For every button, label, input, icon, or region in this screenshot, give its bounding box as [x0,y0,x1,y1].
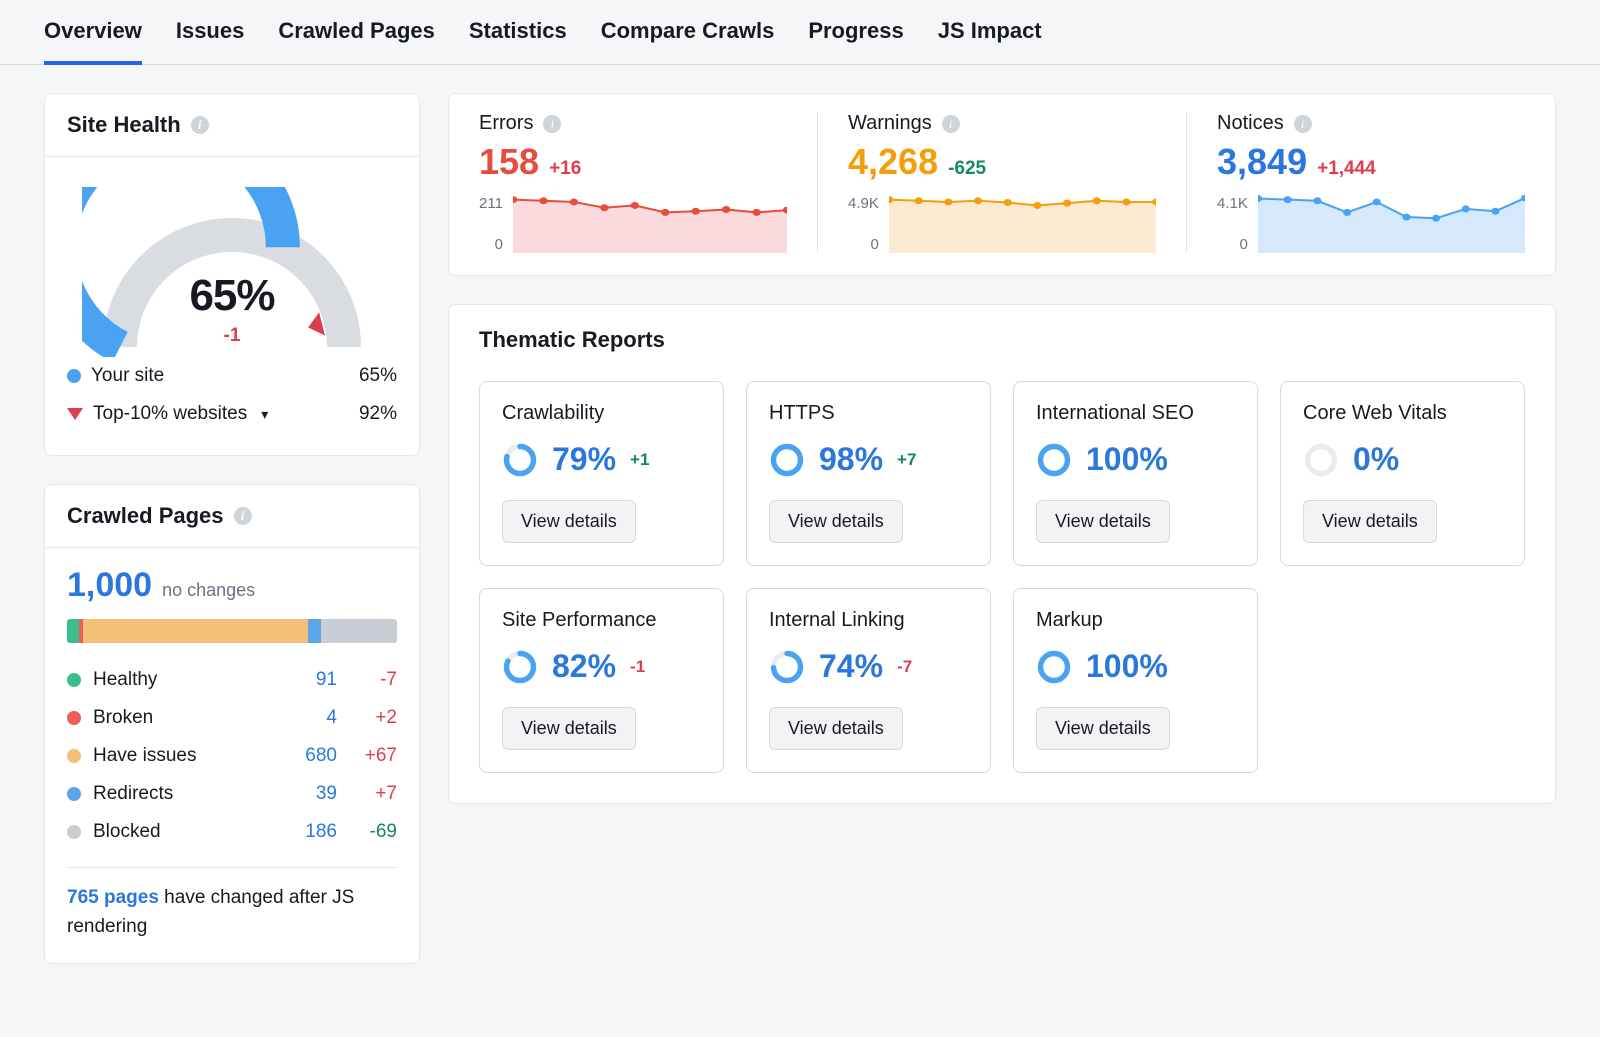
thematic-title: Thematic Reports [449,305,1555,359]
crawled-row-broken[interactable]: Broken 4 +2 [67,699,397,737]
site-health-delta: -1 [67,325,397,347]
dot-icon [67,825,81,839]
info-icon[interactable] [1294,115,1312,133]
notices-sparkline [1258,195,1525,253]
tab-overview[interactable]: Overview [44,0,142,64]
warnings-count: 4,268 [848,141,938,183]
notices-summary[interactable]: Notices 3,849 +1,444 4.1K 0 [1187,112,1555,253]
tab-progress[interactable]: Progress [808,0,903,64]
issues-summary-card: Errors 158 +16 211 0 Warnings 4,268 -625 [448,93,1556,276]
donut-icon [769,649,805,685]
tab-compare-crawls[interactable]: Compare Crawls [601,0,775,64]
chevron-down-icon: ▾ [261,406,268,423]
thematic-card-international_seo: International SEO 100% View details [1013,381,1258,566]
thematic-card-crawlability: Crawlability 79% +1 View details [479,381,724,566]
crawled-row-healthy[interactable]: Healthy 91 -7 [67,661,397,699]
info-icon[interactable] [543,115,561,133]
crawled-pages-total[interactable]: 1,000 [67,566,152,605]
donut-icon [1036,442,1072,478]
view-details-button[interactable]: View details [1303,500,1437,543]
dot-icon [67,369,81,383]
crawled-pages-title: Crawled Pages [67,503,224,529]
info-icon[interactable] [234,507,252,525]
bar-segment-blocked[interactable] [321,619,397,643]
donut-icon [1036,649,1072,685]
crawled-row-blocked[interactable]: Blocked 186 -69 [67,813,397,851]
crawled-row-have_issues[interactable]: Have issues 680 +67 [67,737,397,775]
notices-delta: +1,444 [1317,158,1376,180]
dot-icon [67,787,81,801]
thematic-reports-card: Thematic Reports Crawlability 79% +1 Vie… [448,304,1556,804]
donut-icon [502,442,538,478]
thematic-pct: 100% [1086,648,1168,685]
site-health-title: Site Health [67,112,181,138]
view-details-button[interactable]: View details [769,500,903,543]
thematic-card-markup: Markup 100% View details [1013,588,1258,773]
thematic-card-internal_linking: Internal Linking 74% -7 View details [746,588,991,773]
notices-count: 3,849 [1217,141,1307,183]
warnings-summary[interactable]: Warnings 4,268 -625 4.9K 0 [818,112,1187,253]
thematic-pct: 82% [552,648,616,685]
dot-icon [67,711,81,725]
tab-issues[interactable]: Issues [176,0,245,64]
warnings-delta: -625 [948,158,986,180]
bar-segment-healthy[interactable] [67,619,79,643]
errors-sparkline [513,195,787,253]
site-health-gauge: 65% -1 [67,167,397,357]
crawled-pages-bar [67,619,397,643]
js-rendering-note: 765 pages have changed after JS renderin… [67,884,397,941]
thematic-card-https: HTTPS 98% +7 View details [746,381,991,566]
view-details-button[interactable]: View details [1036,500,1170,543]
thematic-pct: 100% [1086,441,1168,478]
tab-statistics[interactable]: Statistics [469,0,567,64]
thematic-delta: -7 [897,657,912,677]
info-icon[interactable] [942,115,960,133]
crawled-pages-card: Crawled Pages 1,000 no changes Healthy 9… [44,484,420,964]
tab-crawled-pages[interactable]: Crawled Pages [278,0,435,64]
legend-top10[interactable]: Top-10% websites ▾ 92% [67,395,397,433]
thematic-delta: -1 [630,657,645,677]
crawled-row-redirects[interactable]: Redirects 39 +7 [67,775,397,813]
errors-count: 158 [479,141,539,183]
tab-bar: Overview Issues Crawled Pages Statistics Com… [0,0,1600,65]
donut-icon [769,442,805,478]
donut-icon [1303,442,1339,478]
triangle-icon [67,408,83,420]
view-details-button[interactable]: View details [1036,707,1170,750]
thematic-card-cwv: Core Web Vitals 0% View details [1280,381,1525,566]
warnings-sparkline [889,195,1156,253]
crawled-pages-total-label: no changes [162,580,255,601]
thematic-delta: +7 [897,450,916,470]
view-details-button[interactable]: View details [502,707,636,750]
dot-icon [67,749,81,763]
thematic-card-site_performance: Site Performance 82% -1 View details [479,588,724,773]
info-icon[interactable] [191,116,209,134]
thematic-pct: 98% [819,441,883,478]
errors-delta: +16 [549,158,581,180]
site-health-percent: 65% [67,271,397,321]
tab-js-impact[interactable]: JS Impact [938,0,1042,64]
bar-segment-redirects[interactable] [308,619,321,643]
dot-icon [67,673,81,687]
errors-summary[interactable]: Errors 158 +16 211 0 [449,112,818,253]
thematic-delta: +1 [630,450,649,470]
donut-icon [502,649,538,685]
view-details-button[interactable]: View details [502,500,636,543]
site-health-card: Site Health 65% -1 Your site [44,93,420,456]
thematic-pct: 0% [1353,441,1399,478]
view-details-button[interactable]: View details [769,707,903,750]
thematic-pct: 79% [552,441,616,478]
bar-segment-have_issues[interactable] [83,619,307,643]
js-rendering-link[interactable]: 765 pages [67,887,159,908]
legend-your-site: Your site 65% [67,357,397,395]
thematic-pct: 74% [819,648,883,685]
